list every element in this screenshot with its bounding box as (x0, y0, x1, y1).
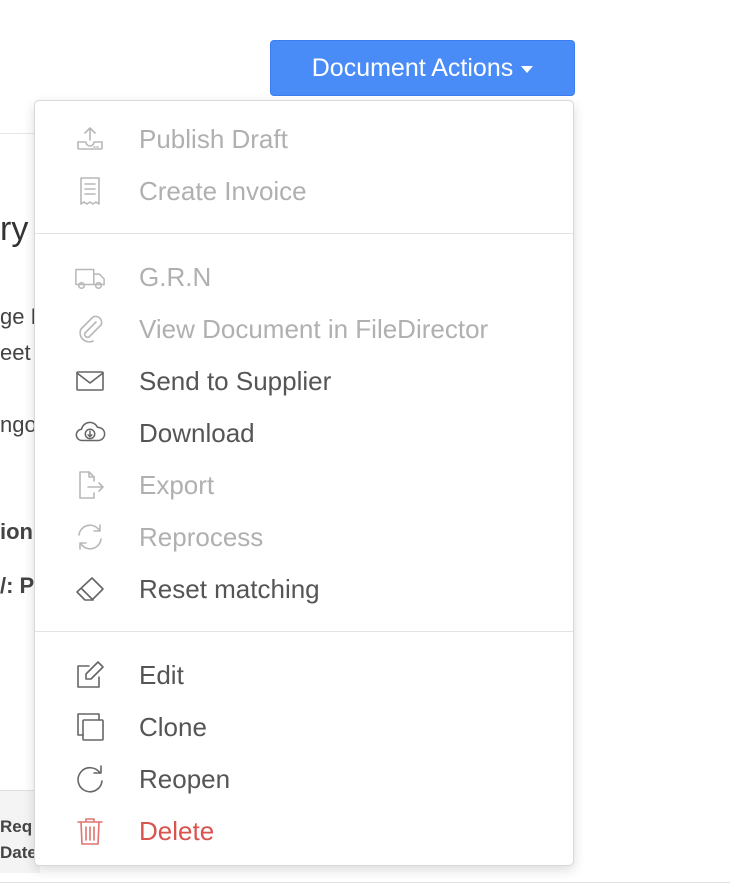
menu-item-label: Reopen (139, 764, 231, 794)
menu-item-reprocess[interactable]: Reprocess (35, 511, 573, 561)
page-heading-fragment: ry A (0, 210, 34, 248)
menu-item-label: Publish Draft (139, 124, 288, 154)
reopen-icon (74, 763, 106, 795)
menu-item-label: Export (139, 470, 215, 500)
menu-item-view-filedirector[interactable]: View Document in FileDirector (35, 303, 573, 353)
menu-item-grn[interactable]: G.R.N (35, 251, 573, 301)
menu-item-download[interactable]: Download (35, 407, 573, 457)
envelope-icon (74, 365, 106, 397)
menu-item-publish-draft[interactable]: Publish Draft (35, 113, 573, 163)
menu-item-delete[interactable]: Delete (35, 805, 573, 855)
eraser-icon (74, 573, 106, 605)
menu-item-label: Download (139, 418, 255, 448)
clone-icon (74, 711, 106, 743)
document-actions-button[interactable]: Document Actions (270, 40, 575, 96)
field-label: ion (0, 519, 33, 544)
menu-divider (35, 631, 573, 632)
trash-icon (74, 815, 106, 847)
menu-item-label: Reprocess (139, 522, 264, 552)
menu-item-label: Edit (139, 660, 184, 690)
address-line: eet (0, 340, 31, 365)
column-header: Req (0, 817, 33, 836)
menu-item-create-invoice[interactable]: Create Invoice (35, 165, 573, 215)
cloud-download-icon (74, 417, 106, 449)
paperclip-icon (74, 313, 106, 345)
menu-item-label: Reset matching (139, 574, 320, 604)
address-line: ngo (0, 412, 34, 437)
menu-item-label: Create Invoice (139, 176, 307, 206)
document-actions-label: Document Actions (311, 53, 514, 82)
menu-item-label: View Document in FileDirector (139, 314, 489, 344)
menu-divider (35, 233, 573, 234)
menu-item-label: Send to Supplier (139, 366, 332, 396)
menu-item-label: Delete (139, 816, 215, 846)
field-label: /: P (0, 573, 34, 598)
menu-item-send-to-supplier[interactable]: Send to Supplier (35, 355, 573, 405)
upload-tray-icon (74, 123, 106, 155)
menu-item-label: G.R.N (139, 262, 212, 292)
caret-down-icon (521, 66, 534, 73)
menu-item-edit[interactable]: Edit (35, 649, 573, 699)
menu-item-clone[interactable]: Clone (35, 701, 573, 751)
edit-icon (74, 659, 106, 691)
document-actions-menu: Publish Draft Create Invoice G.R.N View … (34, 100, 574, 866)
receipt-icon (74, 175, 106, 207)
menu-item-reopen[interactable]: Reopen (35, 753, 573, 803)
menu-item-reset-matching[interactable]: Reset matching (35, 563, 573, 613)
address-line: ge H (0, 304, 34, 329)
column-header: Date (0, 843, 37, 862)
menu-item-label: Clone (139, 712, 207, 742)
refresh-icon (74, 521, 106, 553)
file-export-icon (74, 469, 106, 501)
truck-icon (74, 261, 106, 293)
divider (0, 882, 730, 883)
menu-item-export[interactable]: Export (35, 459, 573, 509)
